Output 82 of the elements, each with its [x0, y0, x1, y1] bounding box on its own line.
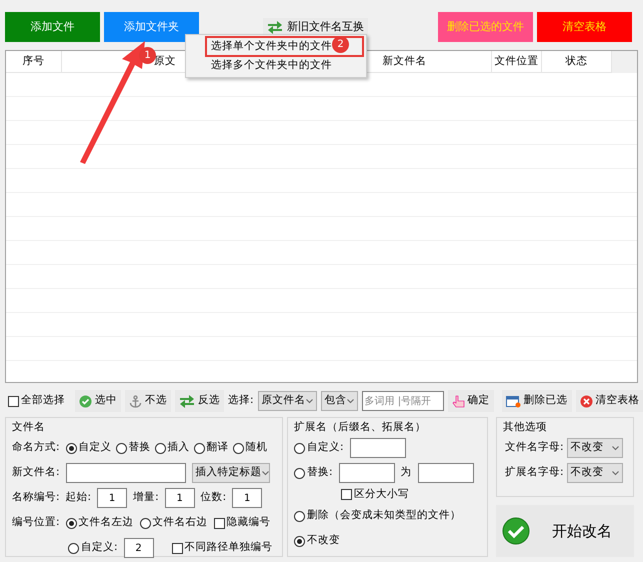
- field-label: 增量:: [133, 490, 159, 506]
- radio-label: 自定义:: [81, 540, 118, 556]
- select-label: 选择:: [228, 393, 254, 408]
- header-corner: [612, 51, 637, 73]
- checkbox-label: 隐藏编号: [226, 515, 271, 530]
- radio-button[interactable]: [66, 518, 77, 529]
- toolbar-button[interactable]: 删除已选: [502, 390, 572, 412]
- checkmark-icon: [502, 517, 530, 545]
- radio-button[interactable]: [294, 468, 305, 479]
- find-field[interactable]: [338, 463, 395, 484]
- caret-icon: [612, 446, 619, 451]
- caret-icon: [306, 398, 313, 404]
- add-folder-button[interactable]: 添加文件夹: [104, 12, 199, 42]
- checkbox[interactable]: [341, 489, 352, 500]
- number-field[interactable]: 1: [164, 488, 195, 508]
- checkbox[interactable]: [172, 542, 183, 554]
- radio-label: 自定义:: [307, 440, 344, 456]
- field-label: 起始:: [66, 490, 92, 506]
- column-header: 序号: [6, 51, 62, 73]
- new-name-field[interactable]: [66, 463, 186, 484]
- replace-field[interactable]: [418, 463, 474, 484]
- checkbox[interactable]: [8, 396, 19, 406]
- radio-button[interactable]: [294, 536, 305, 547]
- radio-label: 替换: [128, 440, 151, 456]
- add-file-button[interactable]: 添加文件: [5, 12, 100, 42]
- checkbox-label: 全部选择: [21, 393, 65, 408]
- radio-button[interactable]: [116, 442, 127, 454]
- caret-icon: [346, 398, 354, 404]
- radio-button[interactable]: [154, 442, 166, 454]
- custom-number-field[interactable]: 2: [124, 538, 154, 558]
- number-field[interactable]: 1: [97, 488, 128, 508]
- field-label: 命名方式:: [12, 440, 60, 456]
- keyword-field[interactable]: 多词用 |号隔开: [362, 391, 444, 411]
- clear-icon: [580, 394, 593, 408]
- anchor-icon: [129, 394, 142, 408]
- radio-button[interactable]: [294, 442, 305, 454]
- radio-label: 文件名右边: [152, 515, 208, 530]
- radio-label: 自定义: [78, 440, 112, 456]
- radio-label: 随机: [246, 440, 268, 456]
- start-rename-button[interactable]: 开始改名: [496, 505, 634, 557]
- field-label: 新文件名:: [12, 465, 60, 480]
- number-field[interactable]: 1: [232, 488, 262, 508]
- caret-icon: [262, 470, 269, 476]
- column-header: 文件位置: [492, 51, 542, 73]
- toolbar-button[interactable]: 反选: [175, 390, 224, 412]
- filter-dropdown[interactable]: 原文件名: [258, 391, 317, 411]
- toolbar-button[interactable]: 选中: [75, 390, 121, 412]
- window-icon: [506, 394, 521, 408]
- radio-button[interactable]: [140, 518, 151, 529]
- field-label: 编号位置:: [12, 515, 60, 530]
- field-label: 为: [400, 465, 412, 480]
- hand-icon: [452, 394, 465, 408]
- filter-dropdown[interactable]: 包含: [320, 391, 358, 411]
- radio-button[interactable]: [232, 442, 244, 454]
- field-label: 位数:: [200, 490, 226, 506]
- field-label: 文件名字母:: [505, 440, 564, 456]
- radio-label: 文件名左边: [78, 515, 134, 530]
- caret-icon: [612, 470, 619, 476]
- insert-title-dropdown[interactable]: 插入特定标题: [192, 463, 270, 484]
- toolbar-button[interactable]: 确定: [448, 390, 494, 412]
- swap-arrows-icon: [267, 20, 283, 34]
- radio-button[interactable]: [66, 442, 77, 454]
- radio-label: 插入: [168, 440, 190, 456]
- case-dropdown[interactable]: 不改变: [566, 438, 623, 458]
- radio-label: 删除（会变成未知类型的文件）: [307, 508, 461, 524]
- checkbox-label: 不同路径单独编号: [184, 540, 273, 556]
- field-label: 扩展名字母:: [505, 465, 564, 480]
- radio-button[interactable]: [294, 510, 305, 522]
- case-dropdown[interactable]: 不改变: [566, 463, 623, 484]
- toolbar-button[interactable]: 不选: [125, 390, 171, 412]
- checkbox-label: 区分大小写: [354, 486, 409, 502]
- radio-label: 替换:: [307, 465, 333, 480]
- radio-button[interactable]: [194, 442, 205, 454]
- check-icon: [79, 394, 92, 408]
- radio-label: 不改变: [307, 533, 340, 548]
- radio-button[interactable]: [68, 542, 79, 554]
- swap-arrows-icon: [179, 394, 195, 408]
- toolbar-button[interactable]: 清空表格: [576, 390, 643, 412]
- radio-label: 翻译: [206, 440, 229, 456]
- checkbox[interactable]: [214, 518, 225, 529]
- field-label: 名称编号:: [12, 490, 60, 506]
- extension-field[interactable]: [350, 438, 406, 458]
